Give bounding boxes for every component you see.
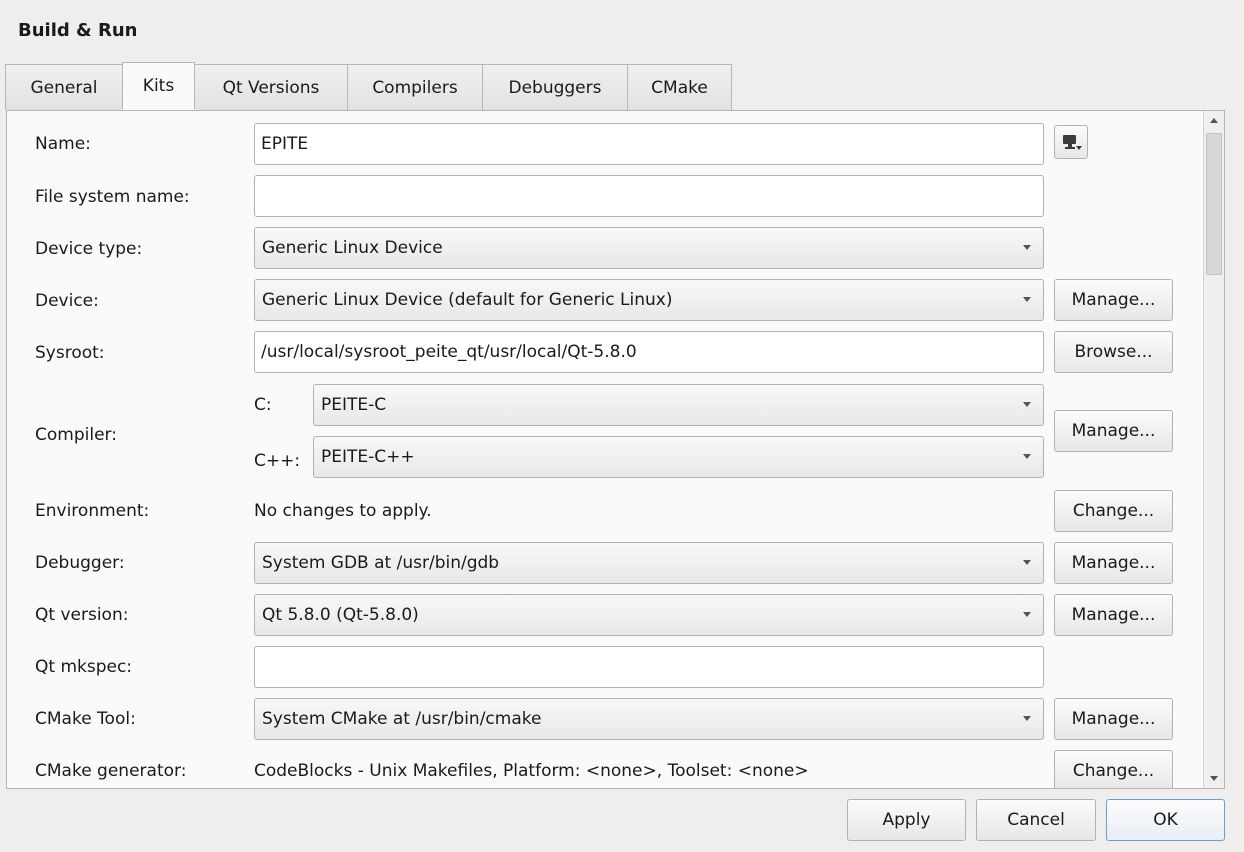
debugger-select[interactable]: System GDB at /usr/bin/gdb bbox=[254, 542, 1044, 584]
sysroot-field[interactable]: /usr/local/sysroot_peite_qt/usr/local/Qt… bbox=[254, 331, 1044, 373]
qt-mkspec-field[interactable] bbox=[254, 646, 1044, 688]
tab-compilers[interactable]: Compilers bbox=[347, 64, 483, 110]
kit-settings-panel: Name: EPITE File system name: Device typ… bbox=[6, 110, 1225, 789]
tab-kits[interactable]: Kits bbox=[122, 62, 195, 110]
compiler-label: Compiler: bbox=[35, 425, 117, 445]
compiler-manage-button[interactable]: Manage... bbox=[1054, 410, 1173, 452]
file-system-name-label: File system name: bbox=[35, 187, 190, 207]
chevron-down-icon bbox=[1023, 716, 1031, 721]
qt-mkspec-label: Qt mkspec: bbox=[35, 657, 133, 677]
ok-button[interactable]: OK bbox=[1106, 799, 1225, 841]
compiler-cpp-value: PEITE-C++ bbox=[321, 447, 415, 467]
debugger-manage-button[interactable]: Manage... bbox=[1054, 542, 1173, 584]
chevron-down-icon bbox=[1023, 402, 1031, 407]
scroll-down-arrow-icon[interactable] bbox=[1204, 768, 1224, 788]
compiler-c-select[interactable]: PEITE-C bbox=[313, 384, 1044, 426]
tab-cmake[interactable]: CMake bbox=[627, 64, 732, 110]
chevron-down-icon bbox=[1023, 612, 1031, 617]
tab-qt-versions[interactable]: Qt Versions bbox=[194, 64, 348, 110]
environment-label: Environment: bbox=[35, 501, 150, 521]
device-icon-button[interactable] bbox=[1054, 125, 1088, 159]
device-value: Generic Linux Device (default for Generi… bbox=[262, 290, 673, 310]
qt-version-select[interactable]: Qt 5.8.0 (Qt-5.8.0) bbox=[254, 594, 1044, 636]
device-type-select[interactable]: Generic Linux Device bbox=[254, 227, 1044, 269]
device-type-label: Device type: bbox=[35, 239, 143, 259]
debugger-value: System GDB at /usr/bin/gdb bbox=[262, 553, 500, 573]
compiler-cpp-label: C++: bbox=[254, 451, 301, 471]
compiler-c-label: C: bbox=[254, 395, 272, 415]
device-label: Device: bbox=[35, 291, 99, 311]
tab-general[interactable]: General bbox=[5, 64, 123, 110]
cmake-tool-value: System CMake at /usr/bin/cmake bbox=[262, 709, 542, 729]
cmake-generator-label: CMake generator: bbox=[35, 761, 187, 781]
chevron-down-icon bbox=[1023, 245, 1031, 250]
tab-bar: General Kits Qt Versions Compilers Debug… bbox=[5, 62, 732, 111]
cmake-generator-value: CodeBlocks - Unix Makefiles, Platform: <… bbox=[254, 761, 809, 781]
compiler-c-value: PEITE-C bbox=[321, 395, 387, 415]
device-type-value: Generic Linux Device bbox=[262, 238, 443, 258]
name-field[interactable]: EPITE bbox=[254, 123, 1044, 165]
qt-version-value: Qt 5.8.0 (Qt-5.8.0) bbox=[262, 605, 419, 625]
sysroot-browse-button[interactable]: Browse... bbox=[1054, 331, 1173, 373]
cmake-tool-select[interactable]: System CMake at /usr/bin/cmake bbox=[254, 698, 1044, 740]
cancel-button[interactable]: Cancel bbox=[976, 799, 1096, 841]
scroll-up-arrow-icon[interactable] bbox=[1204, 111, 1224, 131]
qt-version-label: Qt version: bbox=[35, 605, 129, 625]
device-select[interactable]: Generic Linux Device (default for Generi… bbox=[254, 279, 1044, 321]
scrollbar-thumb[interactable] bbox=[1206, 133, 1222, 275]
tab-debuggers[interactable]: Debuggers bbox=[482, 64, 628, 110]
apply-button[interactable]: Apply bbox=[847, 799, 966, 841]
debugger-label: Debugger: bbox=[35, 553, 125, 573]
compiler-cpp-select[interactable]: PEITE-C++ bbox=[313, 436, 1044, 478]
cmake-tool-manage-button[interactable]: Manage... bbox=[1054, 698, 1173, 740]
environment-change-button[interactable]: Change... bbox=[1054, 490, 1173, 532]
file-system-name-field[interactable] bbox=[254, 175, 1044, 217]
name-label: Name: bbox=[35, 134, 91, 154]
device-manage-button[interactable]: Manage... bbox=[1054, 279, 1173, 321]
cmake-tool-label: CMake Tool: bbox=[35, 709, 136, 729]
chevron-down-icon bbox=[1023, 454, 1031, 459]
qt-version-manage-button[interactable]: Manage... bbox=[1054, 594, 1173, 636]
chevron-down-icon bbox=[1023, 297, 1031, 302]
cmake-generator-change-button[interactable]: Change... bbox=[1054, 750, 1173, 788]
chevron-down-icon bbox=[1023, 560, 1031, 565]
page-title: Build & Run bbox=[18, 20, 138, 41]
vertical-scrollbar[interactable] bbox=[1203, 111, 1224, 788]
environment-value: No changes to apply. bbox=[254, 501, 432, 521]
sysroot-label: Sysroot: bbox=[35, 343, 105, 363]
